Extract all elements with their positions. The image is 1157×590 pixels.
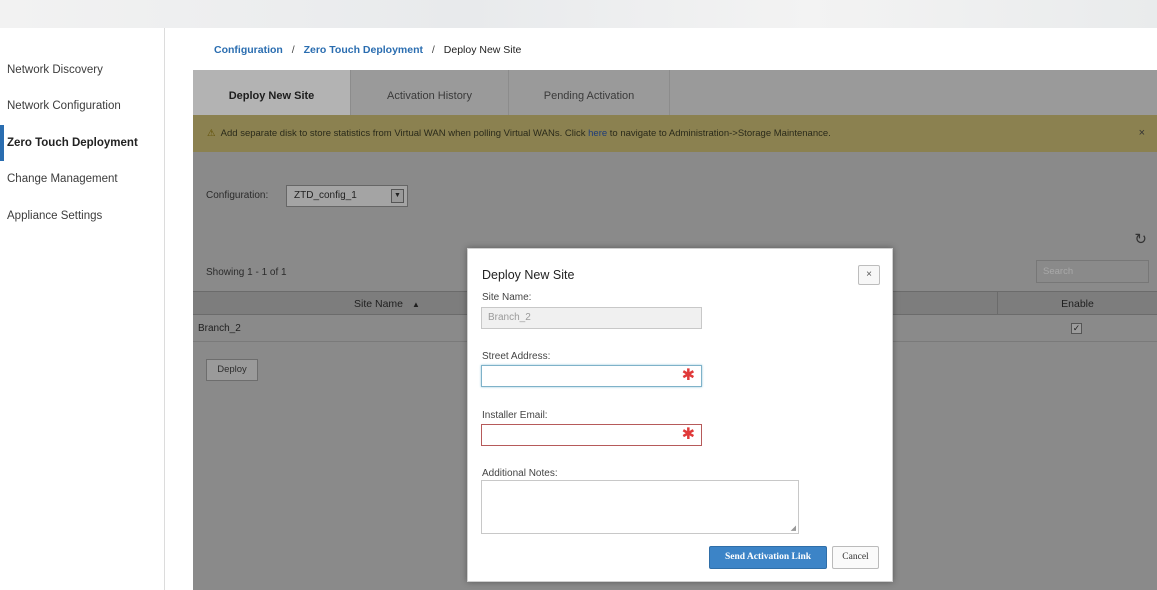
street-address-field[interactable]: ✱ <box>481 365 702 387</box>
required-asterisk-icon: ✱ <box>681 367 695 384</box>
top-banner <box>0 0 1157 28</box>
deploy-new-site-dialog: Deploy New Site × Site Name: Branch_2 St… <box>467 248 893 582</box>
sidebar-item-network-configuration[interactable]: Network Configuration <box>0 88 165 124</box>
search-input[interactable]: Search <box>1036 260 1149 283</box>
alert-text-after: to navigate to Administration->Storage M… <box>607 128 831 139</box>
additional-notes-label: Additional Notes: <box>482 468 558 479</box>
breadcrumb-zero-touch-deployment[interactable]: Zero Touch Deployment <box>304 44 423 56</box>
tab-bar: Deploy New Site Activation History Pendi… <box>193 70 1157 115</box>
sort-asc-icon: ▲ <box>411 300 420 309</box>
site-name-label: Site Name: <box>482 292 532 303</box>
column-header-site-name[interactable]: Site Name ▲ <box>354 292 420 317</box>
additional-notes-textarea[interactable]: ◢ <box>481 480 799 534</box>
installer-email-field[interactable]: ✱ <box>481 424 702 446</box>
alert-here-link[interactable]: here <box>588 128 607 139</box>
site-name-cell: Branch_2 <box>198 323 241 334</box>
breadcrumb-configuration[interactable]: Configuration <box>214 44 283 56</box>
deploy-button[interactable]: Deploy <box>206 359 258 381</box>
tab-deploy-new-site[interactable]: Deploy New Site <box>193 70 350 115</box>
required-asterisk-icon: ✱ <box>681 426 695 443</box>
showing-count: Showing 1 - 1 of 1 <box>206 267 287 278</box>
dialog-title: Deploy New Site <box>482 268 575 282</box>
cancel-button[interactable]: Cancel <box>832 546 879 569</box>
sidebar-item-network-discovery[interactable]: Network Discovery <box>0 52 165 88</box>
tab-pending-activation[interactable]: Pending Activation <box>509 70 669 115</box>
site-name-field: Branch_2 <box>481 307 702 329</box>
storage-alert-banner: ⚠ Add separate disk to store statistics … <box>193 115 1157 152</box>
alert-text-before: Add separate disk to store statistics fr… <box>220 128 589 139</box>
send-activation-link-button[interactable]: Send Activation Link <box>709 546 827 569</box>
warning-icon: ⚠ <box>207 128 216 139</box>
enable-checkbox[interactable]: ✓ <box>1071 323 1082 334</box>
close-icon[interactable]: × <box>858 265 880 285</box>
configuration-selected-value: ZTD_config_1 <box>294 190 357 201</box>
breadcrumb-separator: / <box>291 44 295 56</box>
sidebar: Network Discovery Network Configuration … <box>0 28 165 590</box>
tab-activation-history[interactable]: Activation History <box>351 70 508 115</box>
street-address-label: Street Address: <box>482 351 551 362</box>
tab-divider <box>669 70 670 115</box>
sidebar-item-change-management[interactable]: Change Management <box>0 161 165 197</box>
column-header-enable[interactable]: Enable <box>997 292 1157 316</box>
breadcrumb: Configuration / Zero Touch Deployment / … <box>214 44 521 56</box>
installer-email-label: Installer Email: <box>482 410 548 421</box>
breadcrumb-current: Deploy New Site <box>443 44 522 56</box>
chevron-down-icon[interactable]: ▼ <box>391 189 404 203</box>
breadcrumb-separator: / <box>431 44 435 56</box>
sidebar-item-appliance-settings[interactable]: Appliance Settings <box>0 198 165 234</box>
refresh-icon[interactable]: ↻ <box>1134 230 1147 248</box>
alert-close-icon[interactable]: × <box>1139 115 1145 152</box>
resize-handle-icon[interactable]: ◢ <box>791 524 796 532</box>
configuration-select[interactable]: ZTD_config_1 ▼ <box>286 185 408 207</box>
sidebar-item-zero-touch-deployment[interactable]: Zero Touch Deployment <box>0 125 165 161</box>
configuration-label: Configuration: <box>206 190 269 201</box>
